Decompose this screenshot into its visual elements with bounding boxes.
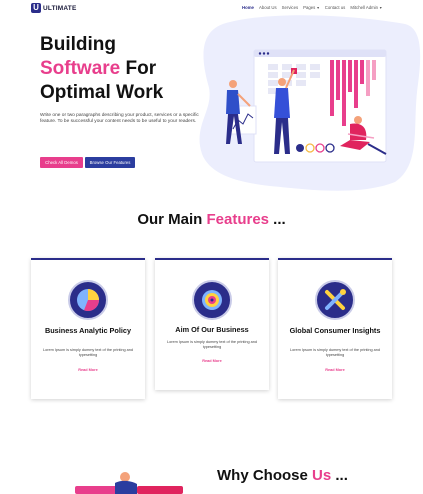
features-heading: Our Main Features ...	[0, 211, 423, 228]
nav-item-contact[interactable]: Contact us	[325, 5, 346, 10]
brand-logo[interactable]: U ULTIMATE	[31, 3, 77, 13]
hero-heading-line3: Optimal Work	[40, 82, 164, 103]
main-menu: Home About Us Services Pages▼ Contact us…	[242, 5, 383, 10]
why-heading: Why Choose Us ...	[217, 467, 348, 484]
feature-card-text: Lorem Ipsum is simply dummy text of the …	[290, 348, 380, 358]
brand-name: ULTIMATE	[43, 4, 77, 12]
nav-item-services[interactable]: Services	[282, 5, 298, 10]
nav-item-about[interactable]: About Us	[259, 5, 277, 10]
feature-card-title: Aim Of Our Business	[175, 325, 249, 334]
features-heading-highlight: Features	[206, 211, 270, 228]
feature-card-insights: Global Consumer Insights Lorem Ipsum is …	[278, 258, 392, 399]
browse-features-button[interactable]: Browse Our Features	[85, 157, 135, 168]
read-more-link[interactable]: Read More	[278, 368, 392, 372]
why-heading-highlight: Us	[312, 467, 332, 484]
feature-card-analytics: Business Analytic Policy Lorem Ipsum is …	[31, 258, 145, 399]
chevron-down-icon: ▼	[379, 6, 383, 10]
why-heading-dots: ...	[331, 467, 348, 484]
check-demos-button[interactable]: Check All Demos	[40, 157, 83, 168]
read-more-link[interactable]: Read More	[31, 368, 145, 372]
hero-description: Write one or two paragraphs describing y…	[40, 113, 199, 125]
feature-card-aim: Aim Of Our Business Lorem Ipsum is simpl…	[155, 258, 269, 390]
hero-heading-line2: Software For	[40, 57, 163, 81]
feature-card-text: Lorem Ipsum is simply dummy text of the …	[43, 348, 133, 358]
feature-card-title: Global Consumer Insights	[289, 326, 381, 335]
features-heading-text: Our Main	[137, 211, 207, 228]
gear-target-icon	[192, 280, 232, 320]
hero-heading-line1: Building	[40, 34, 116, 55]
feature-card-text: Lorem Ipsum is simply dummy text of the …	[167, 340, 257, 350]
nav-item-home[interactable]: Home	[242, 5, 254, 10]
hero-illustration	[199, 15, 421, 191]
hero-heading: Building Software For Optimal Work	[40, 33, 163, 105]
hero-heading-line2-rest: For	[120, 58, 157, 79]
features-heading-dots: ...	[269, 211, 286, 228]
user-name: Mitchell Admin	[350, 5, 379, 10]
feature-card-title: Business Analytic Policy	[44, 326, 132, 335]
hero-heading-highlight: Software	[40, 58, 121, 79]
why-heading-text: Why Choose	[217, 467, 313, 484]
logo-mark-icon: U	[31, 3, 41, 13]
chevron-down-icon: ▼	[316, 6, 320, 10]
pie-chart-icon	[68, 280, 108, 320]
nav-item-pages[interactable]: Pages▼	[303, 5, 320, 10]
nav-item-pages-label: Pages	[303, 5, 316, 10]
user-menu[interactable]: Mitchell Admin▼	[350, 5, 382, 10]
tools-icon	[315, 280, 355, 320]
read-more-link[interactable]: Read More	[155, 359, 269, 363]
why-illustration	[75, 472, 183, 494]
